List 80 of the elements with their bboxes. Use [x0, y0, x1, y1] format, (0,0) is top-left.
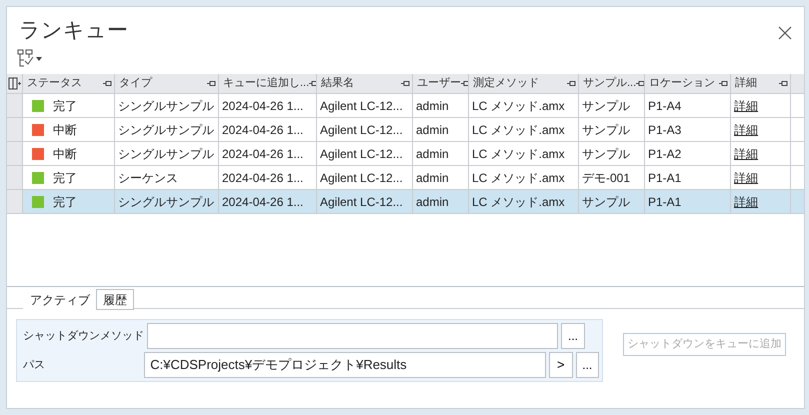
table-cell-text: admin — [416, 146, 449, 162]
table-cell-text: サンプル — [582, 194, 630, 210]
table-cell-text: 完了 — [53, 194, 77, 210]
table-cell-text: 2024-04-26 1... — [222, 194, 304, 210]
table-cell-text: 2024-04-26 1... — [222, 146, 304, 162]
table-cell-text: admin — [416, 194, 449, 210]
table-cell-text: Agilent LC-12... — [320, 146, 403, 162]
table-cell-text: サンプル — [582, 98, 630, 114]
close-icon[interactable] — [778, 26, 792, 40]
table-row[interactable]: 完了 シングルサンプル 2024-04-26 1... Agilent LC-12... admin LC メソッド.amx サンプル P1-A4 詳細 — [7, 94, 804, 118]
table-cell-text: サンプル — [582, 122, 630, 138]
table-cell-text: デモ-001 — [582, 170, 630, 186]
shutdown-method-field[interactable] — [147, 323, 558, 349]
table-cell-text: 2024-04-26 1... — [222, 98, 304, 114]
table-cell-text: P1-A4 — [648, 98, 682, 114]
pin-icon[interactable] — [779, 80, 788, 87]
column-chooser-icon[interactable] — [17, 48, 43, 68]
detail-link[interactable]: 詳細 — [734, 144, 758, 162]
table-cell-text: P1-A1 — [648, 194, 682, 210]
open-button[interactable]: > — [549, 352, 573, 378]
column-header[interactable]: サンプル... — [579, 74, 645, 93]
browse-button[interactable]: ... — [561, 323, 585, 349]
column-header[interactable]: キューに追加し... — [219, 74, 317, 93]
column-header[interactable]: ユーザー — [413, 74, 469, 93]
detail-link[interactable]: 詳細 — [734, 192, 758, 210]
browse-button[interactable]: ... — [576, 352, 600, 378]
column-header[interactable]: ロケーション — [645, 74, 731, 93]
tab[interactable]: 履歴 — [96, 289, 134, 310]
table-cell-text: admin — [416, 98, 449, 114]
table-cell-text: サンプル — [582, 146, 630, 162]
table-cell-text: シーケンス — [118, 170, 178, 186]
table-cell-text: シングルサンプル — [118, 98, 214, 114]
table-cell-text: P1-A3 — [648, 122, 682, 138]
column-header[interactable]: 測定メソッド — [469, 74, 579, 93]
table-cell-text: 中断 — [53, 146, 77, 162]
detail-link[interactable]: 詳細 — [734, 120, 758, 138]
pin-icon[interactable] — [636, 80, 644, 87]
detail-link[interactable]: 詳細 — [734, 96, 758, 114]
column-header[interactable]: 詳細 — [731, 74, 791, 93]
table-row[interactable]: 中断 シングルサンプル 2024-04-26 1... Agilent LC-12... admin LC メソッド.amx サンプル P1-A3 詳細 — [7, 118, 804, 142]
table-cell-text: LC メソッド.amx — [472, 122, 565, 138]
table-cell-text: Agilent LC-12... — [320, 194, 403, 210]
table-cell-text: P1-A1 — [648, 170, 682, 186]
field-label: パス — [22, 358, 46, 373]
table-cell-text: 2024-04-26 1... — [222, 122, 304, 138]
table-cell-text: LC メソッド.amx — [472, 170, 565, 186]
field-label: シャットダウンメソッド — [22, 328, 144, 344]
table-cell-text: Agilent LC-12... — [320, 170, 403, 186]
table-cell-text: 完了 — [53, 170, 77, 186]
table-cell-text: LC メソッド.amx — [472, 98, 565, 114]
table-cell-text: P1-A2 — [648, 146, 682, 162]
table-cell-text: 完了 — [53, 98, 77, 114]
table-row[interactable]: 完了 シングルサンプル 2024-04-26 1... Agilent LC-12... admin LC メソッド.amx サンプル P1-A1 詳細 — [7, 190, 804, 214]
pin-icon[interactable] — [103, 80, 112, 87]
table-cell-text: admin — [416, 170, 449, 186]
column-header[interactable]: ステータス — [23, 74, 115, 93]
table-cell-text: Agilent LC-12... — [320, 98, 403, 114]
detail-link[interactable]: 詳細 — [734, 168, 758, 186]
pin-icon[interactable] — [207, 80, 216, 87]
column-header[interactable]: 結果名 — [317, 74, 413, 93]
column-header[interactable]: タイプ — [115, 74, 219, 93]
add-column-icon[interactable] — [8, 77, 21, 90]
table-cell-text: シングルサンプル — [118, 146, 214, 162]
table-cell-text: シングルサンプル — [118, 122, 214, 138]
table-cell-text: admin — [416, 122, 449, 138]
window-title: ランキュー — [19, 18, 128, 44]
table-cell-text: Agilent LC-12... — [320, 122, 403, 138]
pin-icon[interactable] — [401, 80, 410, 87]
pin-icon[interactable] — [719, 80, 728, 87]
pin-icon[interactable] — [309, 80, 316, 87]
pin-icon[interactable] — [567, 80, 576, 87]
pin-icon[interactable] — [461, 80, 468, 87]
path-field[interactable]: C:¥CDSProjects¥デモプロジェクト¥Results — [144, 352, 546, 378]
table-cell-text: 2024-04-26 1... — [222, 170, 304, 186]
table-cell-text: LC メソッド.amx — [472, 146, 565, 162]
table-cell-text: 中断 — [53, 122, 77, 138]
table-row[interactable]: 完了 シーケンス 2024-04-26 1... Agilent LC-12... admin LC メソッド.amx デモ-001 P1-A1 詳細 — [7, 166, 804, 190]
table-row[interactable]: 中断 シングルサンプル 2024-04-26 1... Agilent LC-12... admin LC メソッド.amx サンプル P1-A2 詳細 — [7, 142, 804, 166]
table-cell-text: LC メソッド.amx — [472, 194, 565, 210]
table-cell-text: シングルサンプル — [118, 194, 214, 210]
